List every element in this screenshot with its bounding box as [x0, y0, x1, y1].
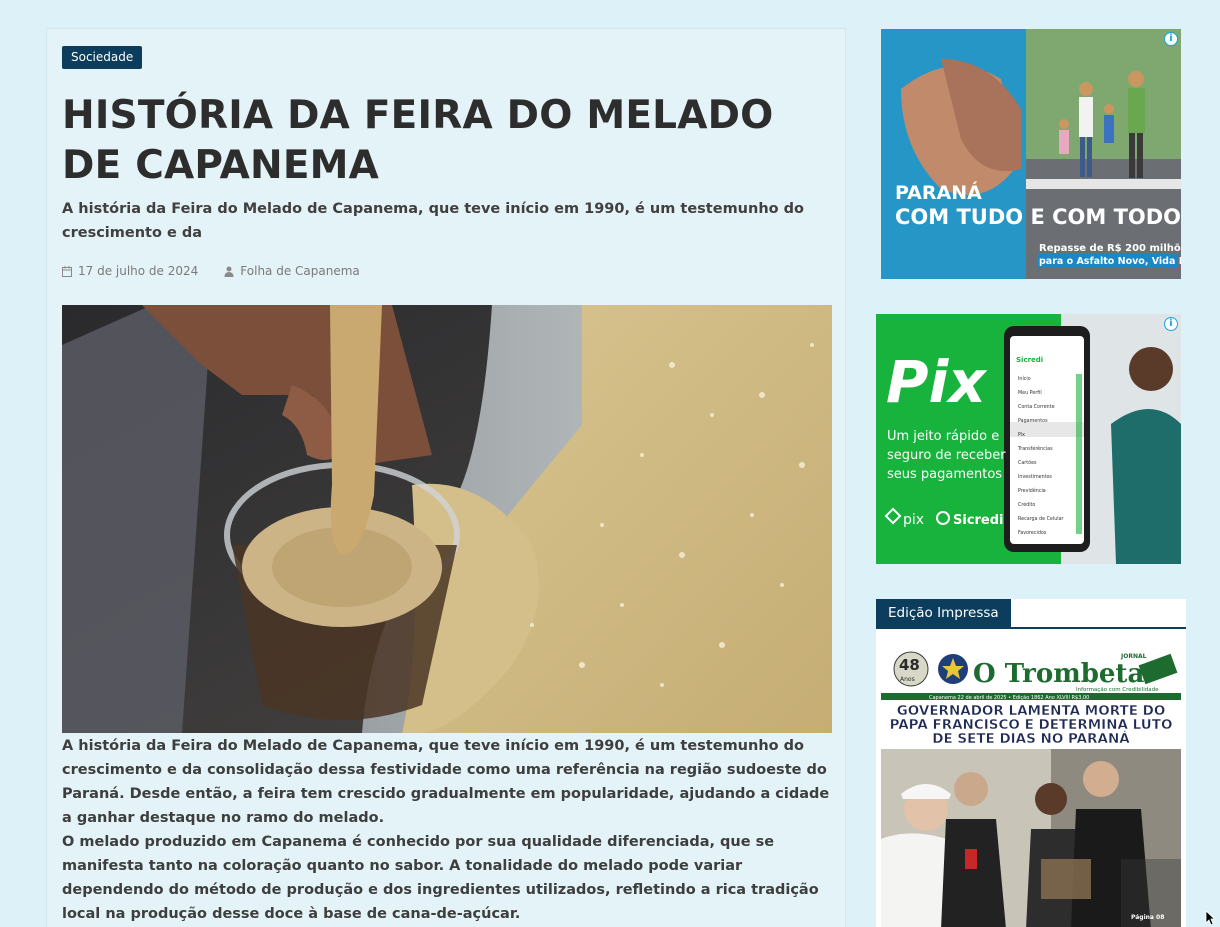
ad2-tagline-3: seus pagamentos [887, 467, 1002, 482]
phone-menu-item: Crédito [1018, 501, 1035, 508]
category-badge[interactable]: Sociedade [62, 46, 143, 69]
post-date[interactable]: 17 de julho de 2024 [78, 264, 198, 278]
phone-brand: Sicredi [1016, 356, 1043, 364]
phone-menu-item: Transferências [1017, 445, 1053, 452]
anos-number: 48 [899, 656, 920, 674]
ad1-headline-2: COM TUDO E COM TODOS [895, 205, 1181, 229]
mouse-cursor-icon [1205, 910, 1215, 926]
ad2-tagline-2: seguro de receber [887, 448, 1006, 463]
page-ref: Página 08 [1131, 914, 1164, 921]
phone-menu-item: Pagamentos [1018, 418, 1048, 424]
ad1-headline-1: PARANÁ [895, 181, 982, 204]
phone-menu-item: Meu Perfil [1018, 390, 1042, 396]
article-paragraph: O melado produzido em Capanema é conheci… [62, 834, 819, 922]
ad2-tagline-1: Um jeito rápido e [887, 429, 999, 444]
svg-text:DE SETE DIAS NO PARANÁ: DE SETE DIAS NO PARANÁ [932, 730, 1130, 747]
paper-tagline: Informação com Credibilidade [1076, 687, 1159, 693]
svg-text:pix: pix [903, 512, 924, 528]
anos-label: Anos [900, 676, 915, 683]
svg-text:Sicredi: Sicredi [953, 513, 1004, 528]
article-card: Sociedade HISTÓRIA DA FEIRA DO MELADO DE… [46, 28, 846, 927]
phone-menu-item: Recarga de Celular [1018, 516, 1064, 522]
post-author[interactable]: Folha de Capanema [240, 264, 359, 278]
article-featured-image [62, 305, 832, 733]
article-lead: A história da Feira do Melado de Capanem… [62, 201, 804, 241]
article-title: HISTÓRIA DA FEIRA DO MELADO DE CAPANEMA [62, 93, 774, 188]
calendar-icon [62, 265, 72, 277]
article-body: A história da Feira do Melado de Capanem… [62, 734, 834, 926]
ad-banner-parana[interactable]: PARANÁ COM TUDO E COM TODOS Repasse de R… [881, 29, 1181, 279]
phone-menu-item: Investimentos [1018, 474, 1052, 480]
ad1-sub-1: Repasse de R$ 200 milhões [1039, 243, 1181, 254]
phone-menu-item: Previdência [1018, 487, 1046, 494]
ad1-sub-2: para o Asfalto Novo, Vida Nova [1039, 256, 1181, 267]
ad-info-icon[interactable]: i [1164, 317, 1178, 331]
article-meta: 17 de julho de 2024 Folha de Capanema [62, 264, 360, 278]
ad-banner-pix-sicredi[interactable]: Sicredi Início Meu Perfil Conta Corrente Pa… [876, 314, 1181, 564]
phone-menu-item: Conta Corrente [1018, 404, 1055, 410]
widget-header: Edição Impressa [876, 599, 1186, 629]
user-icon [224, 266, 234, 277]
widget-title: Edição Impressa [876, 599, 1011, 629]
newspaper-cover[interactable]: 48 Anos JORNAL O Trombeta Informação com… [881, 649, 1181, 927]
phone-menu-item: Cartões [1018, 460, 1037, 466]
paper-name: O Trombeta [973, 659, 1144, 689]
ad-info-icon[interactable]: i [1164, 32, 1178, 46]
article-paragraph: A história da Feira do Melado de Capanem… [62, 738, 830, 826]
print-edition-widget: Edição Impressa 48 Anos JORNAL O Trombet… [876, 599, 1186, 927]
issue-line: Capanema 22 de abril de 2025 • Edição 18… [929, 695, 1089, 701]
phone-menu-item: Início [1018, 375, 1031, 382]
ad2-brand: Pix [886, 348, 987, 416]
phone-menu-item: Favorecidos [1018, 530, 1047, 536]
phone-menu-item: Pix [1018, 432, 1025, 438]
